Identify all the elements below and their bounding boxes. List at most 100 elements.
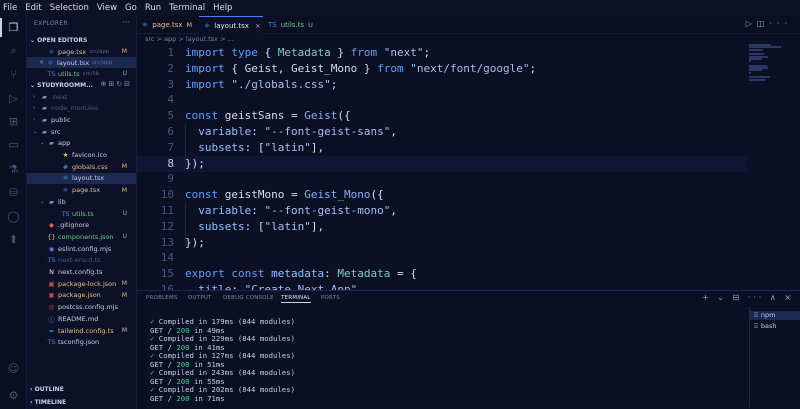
open-editor-item[interactable]: TS utils.ts src/lib U bbox=[27, 68, 136, 79]
menu-run[interactable]: Run bbox=[145, 3, 161, 13]
menu-help[interactable]: Help bbox=[213, 3, 232, 13]
tree-item[interactable]: › ▰ public bbox=[27, 114, 136, 125]
code-line[interactable]: 14 bbox=[137, 250, 747, 266]
split-editor-icon[interactable]: ◫ bbox=[757, 19, 770, 28]
menu-view[interactable]: View bbox=[97, 3, 117, 13]
panel-tab-problems[interactable]: PROBLEMS bbox=[146, 295, 178, 301]
explorer-icon[interactable]: ❐ bbox=[0, 18, 20, 37]
file-name: layout.tsx bbox=[57, 58, 90, 67]
close-icon[interactable]: × bbox=[39, 59, 44, 66]
code-editor[interactable]: 1 import type { Metadata } from "next"; 2 i… bbox=[137, 44, 747, 290]
code-line[interactable]: 16 title: "Create Next App", bbox=[137, 282, 747, 290]
menu-terminal[interactable]: Terminal bbox=[169, 3, 205, 13]
chevron-right-icon[interactable]: › bbox=[33, 117, 40, 123]
tree-item[interactable]: TS utils.ts U bbox=[27, 208, 136, 219]
close-icon[interactable]: × bbox=[255, 22, 261, 30]
tree-item[interactable]: ◆ .gitignore bbox=[27, 220, 136, 231]
tree-item[interactable]: {} components.json U bbox=[27, 231, 136, 242]
code-line[interactable]: 2 import { Geist, Geist_Mono } from "next… bbox=[137, 61, 747, 77]
run-icon[interactable]: ▷ bbox=[746, 19, 757, 28]
settings-icon[interactable]: ⚙ bbox=[7, 389, 20, 402]
npm-icon: ▣ bbox=[48, 291, 55, 300]
search-icon[interactable]: ⌕ bbox=[7, 44, 20, 57]
tree-item[interactable]: ⓘ README.md bbox=[27, 313, 136, 324]
tree-item[interactable]: TS next-env.d.ts bbox=[27, 255, 136, 266]
tree-item[interactable]: ★ favicon.ico bbox=[27, 150, 136, 161]
chevron-down-icon[interactable]: ⌄ bbox=[33, 129, 40, 135]
open-editors-section[interactable]: ⌄ OPEN EDITORS bbox=[30, 37, 87, 44]
open-editor-item[interactable]: × ⚛ layout.tsx src/app bbox=[27, 57, 136, 68]
chevron-down-icon[interactable]: ⌄ bbox=[40, 199, 47, 205]
remote-explorer-icon[interactable]: ▭ bbox=[7, 138, 20, 151]
breadcrumb[interactable]: src > app > layout.tsx > ... bbox=[145, 35, 234, 43]
project-section[interactable]: ⌄ STUDYROOMM... bbox=[30, 82, 93, 89]
database-icon[interactable]: ⛁ bbox=[7, 186, 20, 199]
code-line[interactable]: 1 import type { Metadata } from "next"; bbox=[137, 45, 747, 61]
file-path: src/app bbox=[89, 48, 110, 55]
chevron-right-icon[interactable]: › bbox=[33, 94, 40, 100]
tree-item[interactable]: ⌄ ▰ src bbox=[27, 126, 136, 137]
code-line[interactable]: 11 variable: "--font-geist-mono", bbox=[137, 203, 747, 219]
code-text: subsets: ["latin"], bbox=[198, 140, 325, 154]
code-line[interactable]: 8}); bbox=[137, 155, 747, 172]
minimap-line bbox=[749, 57, 762, 60]
deploy-icon[interactable]: ⬆ bbox=[7, 233, 20, 246]
code-line[interactable]: 10 const geistMono = Geist_Mono({ bbox=[137, 187, 747, 203]
tree-item[interactable]: ◎ postcss.config.mjs bbox=[27, 302, 136, 313]
tree-item[interactable]: ◉ eslint.config.mjs bbox=[27, 243, 136, 254]
refresh-icon[interactable]: ↻ bbox=[116, 80, 124, 88]
minimap[interactable] bbox=[749, 44, 789, 84]
code-line[interactable]: 4 bbox=[137, 92, 747, 108]
chevron-right-icon[interactable]: › bbox=[33, 105, 40, 111]
panel-actions[interactable]: + ⌄ ⊟ ··· ∧ × bbox=[702, 293, 794, 302]
tab-page-tsx[interactable]: ⚛ page.tsx M bbox=[137, 16, 199, 34]
panel-tab-terminal[interactable]: TERMINAL bbox=[281, 295, 311, 303]
timeline-section[interactable]: › TIMELINE bbox=[30, 399, 66, 406]
tree-item[interactable]: › ▰ node_modules bbox=[27, 103, 136, 114]
menu-selection[interactable]: Selection bbox=[50, 3, 89, 13]
source-control-icon[interactable]: ⑂ bbox=[7, 68, 20, 81]
github-icon[interactable]: ◯ bbox=[7, 210, 20, 223]
tree-item[interactable]: ⚛ layout.tsx bbox=[27, 172, 136, 184]
tab-layout-tsx[interactable]: ⚛ layout.tsx × bbox=[199, 16, 263, 34]
chevron-down-icon[interactable]: ⌄ bbox=[40, 140, 47, 146]
menu-edit[interactable]: Edit bbox=[25, 3, 41, 13]
terminal-instance-bash[interactable]: ⌸ bash bbox=[754, 322, 777, 331]
terminal-output[interactable]: ✓ Compiled in 179ms (844 modules) GET / 2… bbox=[150, 317, 750, 403]
tab-utils-ts[interactable]: TS utils.ts U bbox=[263, 16, 321, 34]
git-status-badge: M bbox=[121, 163, 127, 171]
account-icon[interactable]: ☺ bbox=[7, 362, 20, 375]
testing-icon[interactable]: ⚗ bbox=[7, 163, 20, 176]
menu-go[interactable]: Go bbox=[125, 3, 137, 13]
open-editor-item[interactable]: ⚛ page.tsx src/app M bbox=[27, 46, 136, 57]
run-debug-icon[interactable]: ▷ bbox=[7, 92, 20, 105]
code-line[interactable]: 13}); bbox=[137, 235, 747, 251]
menu-file[interactable]: File bbox=[3, 3, 17, 13]
code-line[interactable]: 6 variable: "--font-geist-sans", bbox=[137, 124, 747, 140]
panel-tab-ports[interactable]: PORTS bbox=[321, 295, 340, 301]
panel-tab-output[interactable]: OUTPUT bbox=[188, 295, 212, 301]
more-actions-icon[interactable]: ··· bbox=[769, 19, 792, 28]
tree-item[interactable]: # globals.css M bbox=[27, 161, 136, 172]
code-line[interactable]: 5 const geistSans = Geist({ bbox=[137, 108, 747, 124]
extensions-icon[interactable]: ⊞ bbox=[7, 115, 20, 128]
terminal-instance-npm[interactable]: ⌸ npm bbox=[750, 311, 800, 320]
tree-item[interactable]: ▣ package.json M bbox=[27, 290, 136, 301]
explorer-more-icon[interactable]: ··· bbox=[122, 18, 130, 27]
tree-item[interactable]: ⚛ page.tsx M bbox=[27, 185, 136, 196]
code-line[interactable]: 7 subsets: ["latin"], bbox=[137, 140, 747, 156]
code-line[interactable]: 15 export const metadata: Metadata = { bbox=[137, 266, 747, 282]
tree-item[interactable]: ⌄ ▰ lib bbox=[27, 196, 136, 207]
code-line[interactable]: 3 import "./globals.css"; bbox=[137, 77, 747, 93]
tree-item[interactable]: Nnext.config.ts bbox=[27, 267, 136, 278]
panel-tab-debug-console[interactable]: DEBUG CONSOLE bbox=[223, 295, 274, 301]
outline-section[interactable]: › OUTLINE bbox=[30, 386, 64, 393]
collapse-all-icon[interactable]: ⊟ bbox=[124, 80, 132, 88]
tree-item[interactable]: ▣ package-lock.json M bbox=[27, 278, 136, 289]
tree-item[interactable]: ≈ tailwind.config.ts M bbox=[27, 325, 136, 336]
tree-item[interactable]: ⌄ ▰ app bbox=[27, 138, 136, 149]
tree-item[interactable]: TS tsconfig.json bbox=[27, 337, 136, 348]
code-line[interactable]: 12 subsets: ["latin"], bbox=[137, 219, 747, 235]
tree-item[interactable]: › ▰ .next bbox=[27, 91, 136, 102]
code-line[interactable]: 9 bbox=[137, 171, 747, 187]
